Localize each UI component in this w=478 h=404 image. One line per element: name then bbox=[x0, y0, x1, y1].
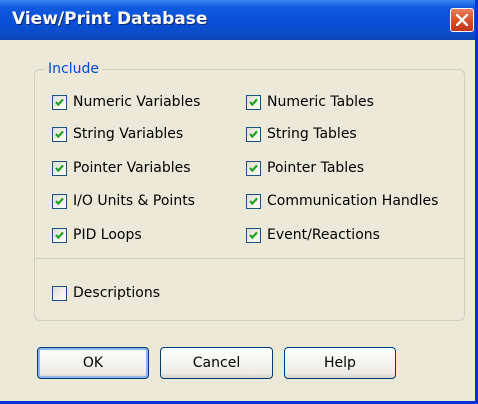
checkbox-label: I/O Units & Points bbox=[73, 193, 195, 209]
help-button[interactable]: Help bbox=[284, 347, 396, 379]
checkbox-box bbox=[246, 95, 261, 110]
checkbox-box bbox=[246, 161, 261, 176]
checkbox-label: Communication Handles bbox=[267, 193, 439, 209]
cancel-button[interactable]: Cancel bbox=[160, 347, 273, 379]
include-group-label: Include bbox=[45, 61, 102, 77]
ok-button[interactable]: OK bbox=[37, 347, 149, 379]
checkbox-box bbox=[246, 228, 261, 243]
checkbox-label: Descriptions bbox=[73, 285, 161, 301]
checkbox-label: Pointer Tables bbox=[267, 160, 365, 176]
checkbox-label: String Tables bbox=[267, 126, 357, 142]
checkmark-icon bbox=[55, 130, 64, 139]
checkbox-box bbox=[52, 286, 67, 301]
checkbox-label: Numeric Variables bbox=[73, 94, 201, 110]
dialog-title: View/Print Database bbox=[12, 9, 208, 29]
checkbox-box bbox=[52, 95, 67, 110]
checkbox-box bbox=[52, 127, 67, 142]
checkmark-icon bbox=[249, 164, 258, 173]
checkbox-label: String Variables bbox=[73, 126, 184, 142]
checkbox-label: Numeric Tables bbox=[267, 94, 374, 110]
group-divider bbox=[35, 258, 464, 259]
checkmark-icon bbox=[249, 130, 258, 139]
view-print-database-dialog: View/Print Database Include Numeric Vari… bbox=[0, 0, 478, 404]
checkbox-box bbox=[246, 127, 261, 142]
checkbox-label: Pointer Variables bbox=[73, 160, 191, 176]
checkbox-box bbox=[52, 228, 67, 243]
checkmark-icon bbox=[55, 98, 64, 107]
checkbox-box bbox=[246, 194, 261, 209]
checkbox-label: Event/Reactions bbox=[267, 227, 380, 243]
checkbox-box bbox=[52, 194, 67, 209]
checkmark-icon bbox=[249, 98, 258, 107]
checkbox-label: PID Loops bbox=[73, 227, 142, 243]
checkmark-icon bbox=[249, 231, 258, 240]
checkmark-icon bbox=[55, 231, 64, 240]
checkmark-icon bbox=[249, 197, 258, 206]
checkmark-icon bbox=[55, 197, 64, 206]
close-button[interactable] bbox=[450, 8, 474, 32]
close-x-icon bbox=[456, 14, 468, 26]
title-bar[interactable]: View/Print Database bbox=[0, 0, 475, 40]
checkmark-icon bbox=[55, 164, 64, 173]
checkbox-box bbox=[52, 161, 67, 176]
